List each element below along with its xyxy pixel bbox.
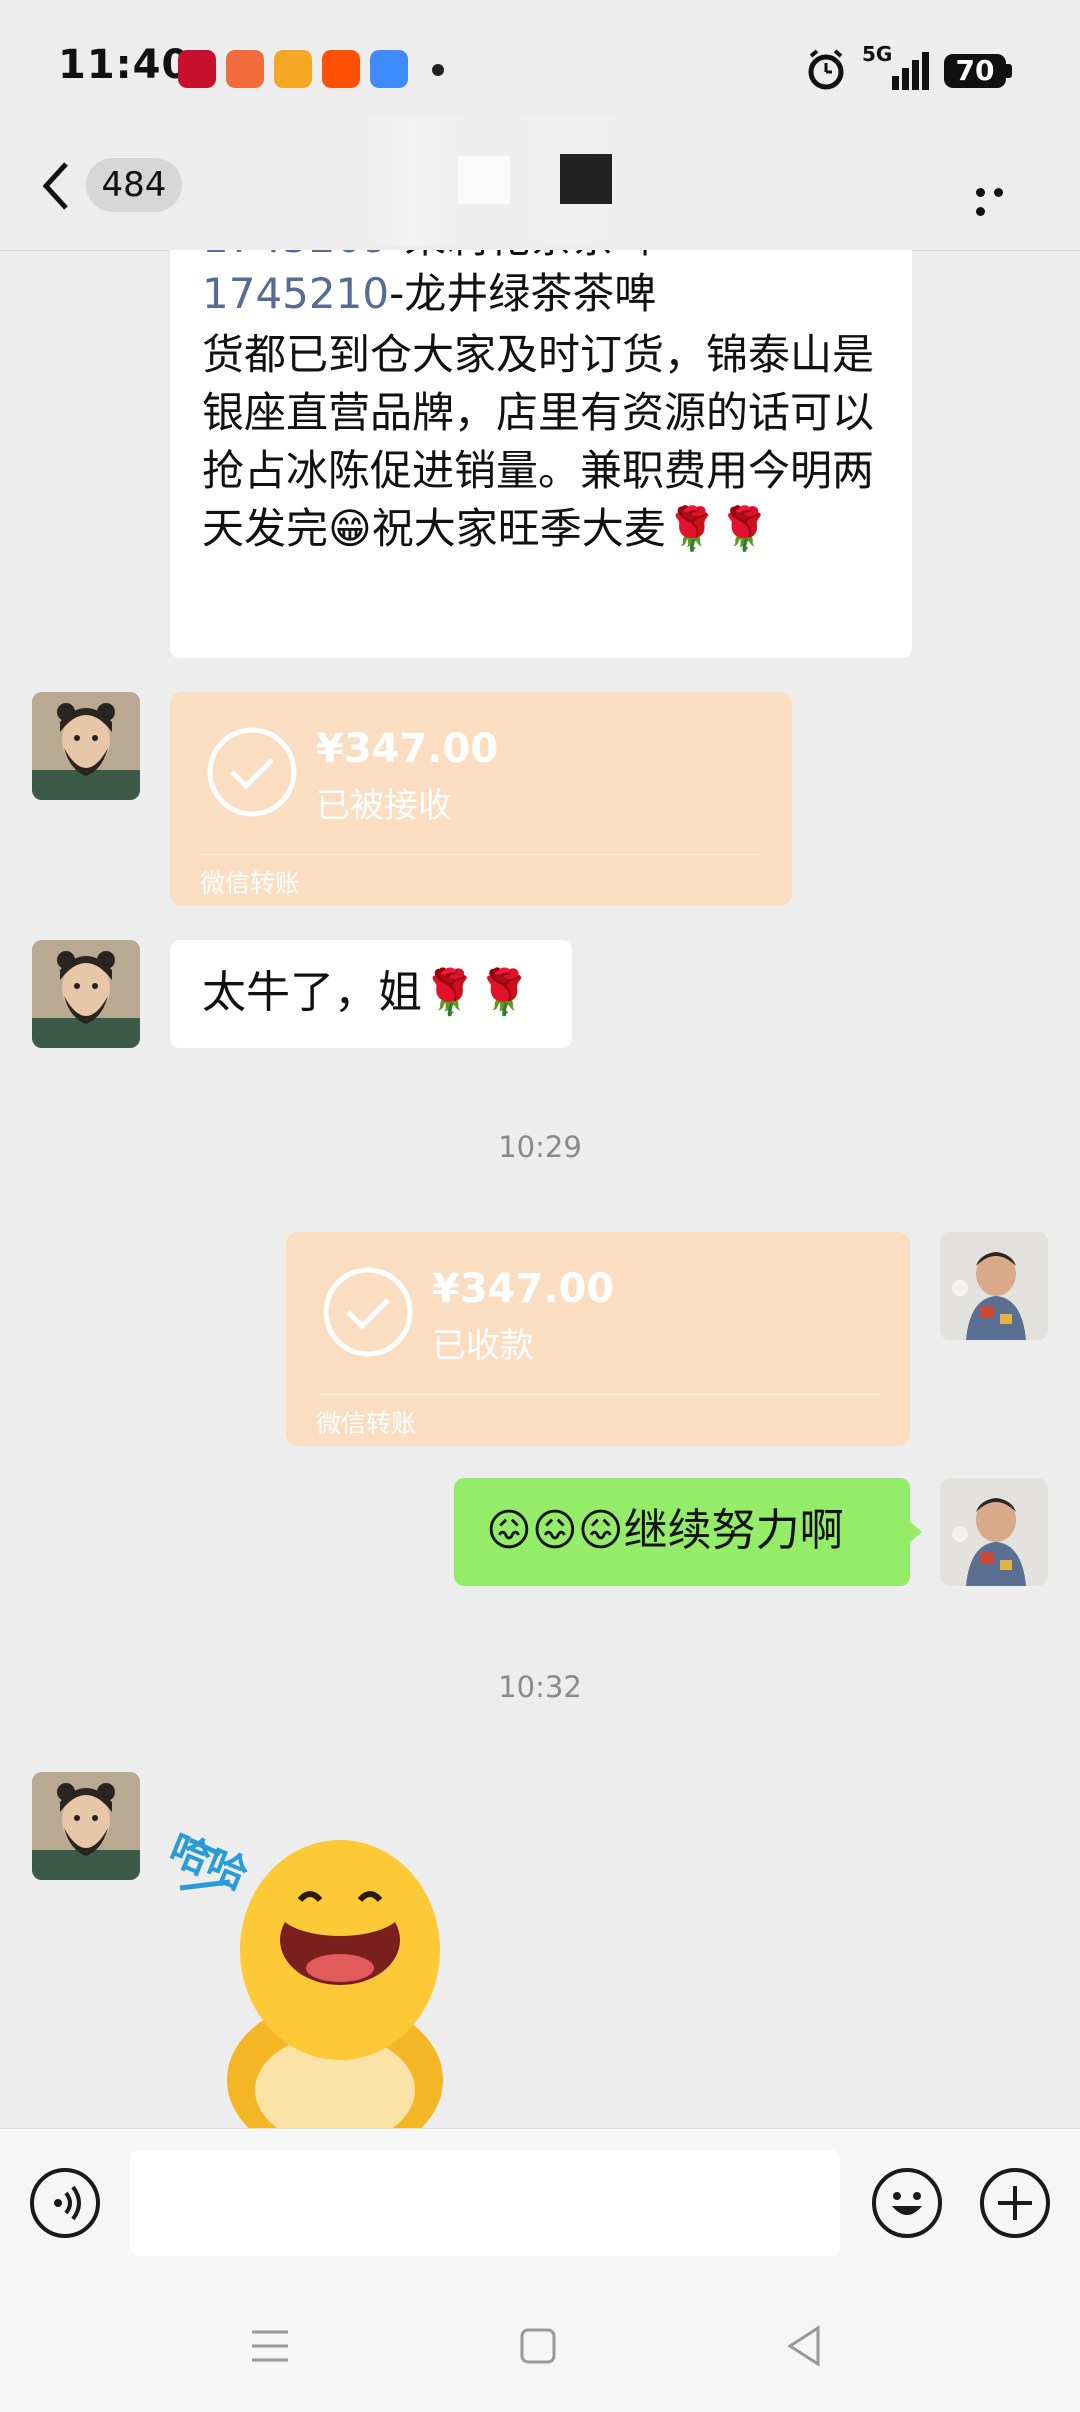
message-list[interactable]: 1745209-茉莉花茶茶啤 1745210-龙井绿茶茶啤 货都已到仓大家及时订…	[0, 250, 1080, 2128]
transfer-card[interactable]: ¥347.00 已被接收 微信转账	[170, 692, 792, 906]
chat-title-blurred	[560, 154, 612, 204]
self-avatar[interactable]	[940, 1478, 1048, 1586]
chat-title-blurred	[458, 156, 510, 204]
check-circle-icon	[207, 727, 297, 817]
app-notification-icon	[370, 50, 408, 88]
network-type: 5G	[862, 42, 893, 66]
alarm-icon	[808, 49, 844, 90]
transfer-amount: ¥347.00	[432, 1266, 615, 1312]
message-text: 😖😖😖继续努力啊	[486, 1505, 844, 1556]
back-chevron-left-icon[interactable]	[36, 156, 76, 216]
message-input[interactable]	[130, 2150, 840, 2256]
transfer-card[interactable]: ¥347.00 已收款 微信转账	[286, 1232, 910, 1446]
message-bubble[interactable]: 太牛了，姐🌹🌹	[170, 940, 572, 1048]
avatar[interactable]	[32, 692, 140, 800]
more-notifications-icon	[432, 64, 444, 76]
check-circle-icon	[323, 1267, 413, 1357]
unread-count-badge[interactable]: 484	[86, 158, 182, 212]
back-triangle-icon[interactable]	[784, 2324, 824, 2368]
transfer-amount: ¥347.00	[316, 726, 499, 772]
divider	[316, 1394, 880, 1395]
status-bar: 11:40 5G 70	[0, 0, 1080, 130]
app-notification-icon	[226, 50, 264, 88]
transfer-status: 已被接收	[316, 786, 452, 826]
message-bubble[interactable]: 😖😖😖继续努力啊	[454, 1478, 910, 1586]
emoji-icon	[892, 2192, 922, 2215]
message-bubble[interactable]: 1745209-茉莉花茶茶啤 1745210-龙井绿茶茶啤 货都已到仓大家及时订…	[170, 250, 912, 658]
plus-icon	[998, 2186, 1032, 2220]
more-functions-button[interactable]	[980, 2168, 1050, 2238]
battery-icon	[1006, 64, 1012, 78]
timestamp-separator: 10:32	[498, 1670, 582, 1704]
bearded-man-avatar-icon	[32, 692, 140, 800]
app-notification-icon	[178, 50, 216, 88]
message-text: 1745209-茉莉花茶茶啤 1745210-龙井绿茶茶啤 货都已到仓大家及时订…	[202, 250, 892, 558]
battery-level: 70	[944, 54, 1006, 88]
product-code-link[interactable]: 1745209	[202, 250, 389, 262]
transfer-label: 微信转账	[316, 1409, 417, 1438]
message-text: 太牛了，姐🌹🌹	[202, 967, 532, 1018]
bubble-tail	[908, 1520, 922, 1544]
home-icon[interactable]	[518, 2326, 558, 2366]
product-code-link[interactable]: 1745210	[202, 269, 389, 318]
transfer-label: 微信转账	[200, 869, 301, 898]
self-avatar[interactable]	[940, 1232, 1048, 1340]
avatar[interactable]	[32, 1772, 140, 1880]
product-name: -龙井绿茶茶啤	[389, 269, 657, 318]
sticker-message[interactable]: 哈哈	[163, 1790, 480, 2128]
voice-input-button[interactable]	[30, 2168, 100, 2238]
voice-icon	[54, 2185, 81, 2221]
product-line: 1745209-茉莉花茶茶啤	[202, 250, 892, 266]
app-notification-icon	[274, 50, 312, 88]
child-avatar-icon	[940, 1478, 1048, 1586]
more-options-ellipsis-icon[interactable]	[976, 182, 1028, 216]
divider	[200, 854, 760, 855]
bearded-man-avatar-icon	[32, 940, 140, 1048]
child-avatar-icon	[940, 1232, 1048, 1340]
emoji-button[interactable]	[872, 2168, 942, 2238]
signal-icon	[892, 52, 929, 90]
product-line: 1745210-龙井绿茶茶啤	[202, 266, 892, 322]
bearded-man-avatar-icon	[32, 1772, 140, 1880]
avatar[interactable]	[32, 940, 140, 1048]
menu-icon[interactable]	[248, 2326, 292, 2366]
transfer-status: 已收款	[432, 1326, 534, 1366]
status-time: 11:40	[58, 42, 191, 88]
app-notification-icon	[322, 50, 360, 88]
timestamp-separator: 10:29	[498, 1130, 582, 1164]
announcement-text: 货都已到仓大家及时订货，锦泰山是银座直营品牌，店里有资源的话可以抢占冰陈促进销量…	[202, 330, 875, 553]
product-name: -茉莉花茶茶啤	[389, 250, 656, 262]
